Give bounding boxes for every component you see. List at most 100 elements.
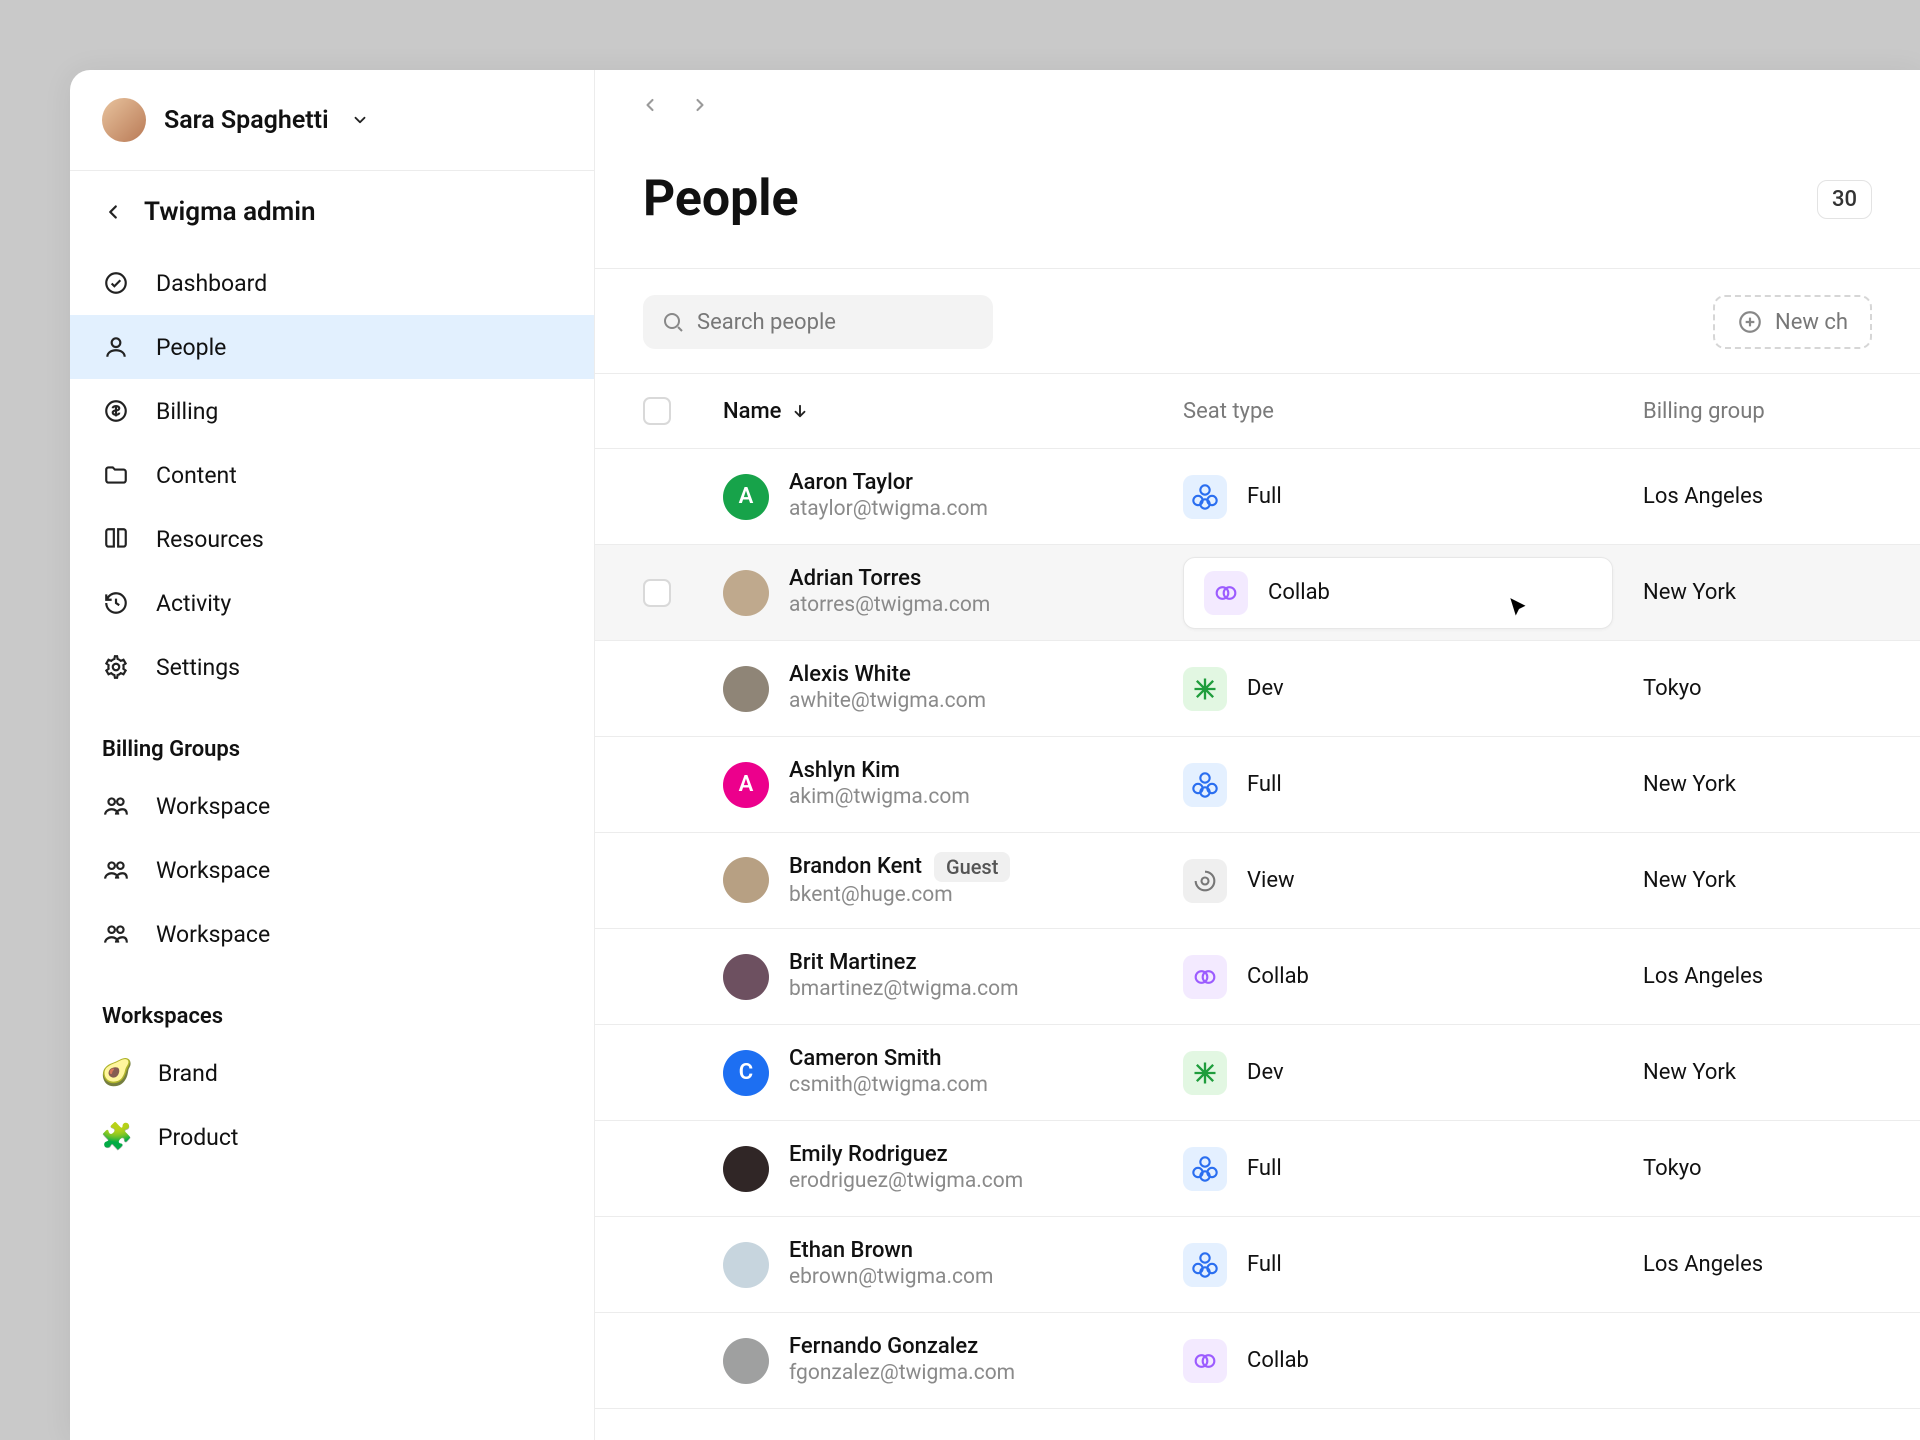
section-back[interactable]: Twigma admin (70, 171, 594, 251)
table-row[interactable]: Brit Martinezbmartinez@twigma.comCollabL… (595, 929, 1920, 1025)
nav-content[interactable]: Content (70, 443, 594, 507)
person-name: Ethan Brown (789, 1238, 913, 1264)
person-avatar (723, 857, 769, 903)
column-seat[interactable]: Seat type (1183, 399, 1643, 424)
person-avatar (723, 1338, 769, 1384)
account-switcher[interactable]: Sara Spaghetti (70, 70, 594, 171)
table-row[interactable]: Alexis Whiteawhite@twigma.comDevTokyo (595, 641, 1920, 737)
table-row[interactable]: Adrian Torresatorres@twigma.comCollabNew… (595, 545, 1920, 641)
workspace-item-product[interactable]: 🧩 Product (70, 1105, 594, 1169)
seat-dev-icon (1183, 667, 1227, 711)
nav-back-button[interactable] (635, 90, 665, 120)
nav-people[interactable]: People (70, 315, 594, 379)
nav-activity[interactable]: Activity (70, 571, 594, 635)
table-row[interactable]: AAshlyn Kimakim@twigma.comFullNew York (595, 737, 1920, 833)
people-table: Name Seat type Billing group AAaron Tayl… (595, 373, 1920, 1440)
person-email: bmartinez@twigma.com (789, 976, 1019, 1003)
seat-collab-icon (1183, 1339, 1227, 1383)
billing-group-cell: New York (1643, 1060, 1872, 1085)
nav-label: People (156, 334, 226, 361)
history-icon (102, 589, 130, 617)
seat-collab-icon (1204, 571, 1248, 615)
row-checkbox[interactable] (643, 579, 671, 607)
workspaces-header: Workspaces (70, 986, 594, 1041)
seat-label: Collab (1247, 1348, 1309, 1373)
seat-full-icon (1183, 763, 1227, 807)
sidebar: Sara Spaghetti Twigma admin Dashboard (70, 70, 595, 1440)
table-row[interactable]: Emily Rodriguezerodriguez@twigma.comFull… (595, 1121, 1920, 1217)
column-billing-group[interactable]: Billing group (1643, 399, 1872, 424)
folder-icon (102, 461, 130, 489)
gear-icon (102, 653, 130, 681)
search-placeholder: Search people (697, 310, 836, 335)
person-avatar (723, 666, 769, 712)
person-name: Adrian Torres (789, 566, 921, 592)
person-email: fgonzalez@twigma.com (789, 1360, 1015, 1387)
seat-full-icon (1183, 475, 1227, 519)
nav-forward-button[interactable] (685, 90, 715, 120)
seat-type-dropdown[interactable]: Collab (1183, 557, 1613, 629)
person-name: Aaron Taylor (789, 470, 913, 496)
billing-group-cell: New York (1643, 772, 1872, 797)
seat-label: Dev (1247, 676, 1284, 701)
person-name: Brandon Kent (789, 854, 922, 880)
billing-group-cell: Los Angeles (1643, 1252, 1872, 1277)
user-avatar (102, 98, 146, 142)
people-count-badge: 30 (1817, 180, 1872, 219)
table-row[interactable]: Ethan Brownebrown@twigma.comFullLos Ange… (595, 1217, 1920, 1313)
person-email: csmith@twigma.com (789, 1072, 988, 1099)
chevron-down-icon (351, 111, 369, 129)
nav-label: Content (156, 462, 237, 489)
nav-dashboard[interactable]: Dashboard (70, 251, 594, 315)
nav-resources[interactable]: Resources (70, 507, 594, 571)
toolbar: Search people New ch (595, 268, 1920, 373)
person-name: Ashlyn Kim (789, 758, 900, 784)
user-name: Sara Spaghetti (164, 106, 329, 135)
seat-dev-icon (1183, 1051, 1227, 1095)
person-avatar (723, 954, 769, 1000)
person-avatar (723, 570, 769, 616)
nav-label: Settings (156, 654, 240, 681)
table-row[interactable]: CCameron Smithcsmith@twigma.comDevNew Yo… (595, 1025, 1920, 1121)
person-avatar (723, 1146, 769, 1192)
team-icon (102, 920, 130, 948)
table-row[interactable]: Fernando Gonzalezfgonzalez@twigma.comCol… (595, 1313, 1920, 1409)
nav-label: Dashboard (156, 270, 267, 297)
new-button[interactable]: New ch (1713, 295, 1872, 349)
app-window: Sara Spaghetti Twigma admin Dashboard (70, 70, 1920, 1440)
table-row[interactable]: AAaron Taylorataylor@twigma.comFullLos A… (595, 449, 1920, 545)
billing-group-item[interactable]: Workspace (70, 902, 594, 966)
book-icon (102, 525, 130, 553)
seat-label: Collab (1268, 580, 1330, 605)
nav-label: Resources (156, 526, 264, 553)
billing-group-item[interactable]: Workspace (70, 838, 594, 902)
guest-badge: Guest (934, 852, 1010, 882)
workspace-label: Product (158, 1124, 238, 1151)
billing-group-cell: Los Angeles (1643, 484, 1872, 509)
select-all-checkbox[interactable] (643, 397, 671, 425)
person-email: ataylor@twigma.com (789, 496, 988, 523)
table-row[interactable]: Brandon KentGuestbkent@huge.comViewNew Y… (595, 833, 1920, 929)
table-header: Name Seat type Billing group (595, 373, 1920, 449)
person-avatar: A (723, 762, 769, 808)
billing-group-cell: Los Angeles (1643, 964, 1872, 989)
billing-group-cell: New York (1643, 580, 1872, 605)
nav-billing[interactable]: Billing (70, 379, 594, 443)
seat-label: Full (1247, 1252, 1282, 1277)
new-button-label: New ch (1775, 310, 1848, 335)
seat-full-icon (1183, 1243, 1227, 1287)
team-icon (102, 792, 130, 820)
nav-settings[interactable]: Settings (70, 635, 594, 699)
search-input[interactable]: Search people (643, 295, 993, 349)
person-name: Alexis White (789, 662, 911, 688)
plus-circle-icon (1737, 309, 1763, 335)
topbar (595, 70, 1920, 140)
seat-label: Full (1247, 772, 1282, 797)
avocado-icon: 🥑 (102, 1058, 132, 1088)
workspace-item-brand[interactable]: 🥑 Brand (70, 1041, 594, 1105)
column-name[interactable]: Name (723, 399, 1183, 424)
team-icon (102, 856, 130, 884)
seat-label: Collab (1247, 964, 1309, 989)
billing-group-cell: New York (1643, 868, 1872, 893)
billing-group-item[interactable]: Workspace (70, 774, 594, 838)
